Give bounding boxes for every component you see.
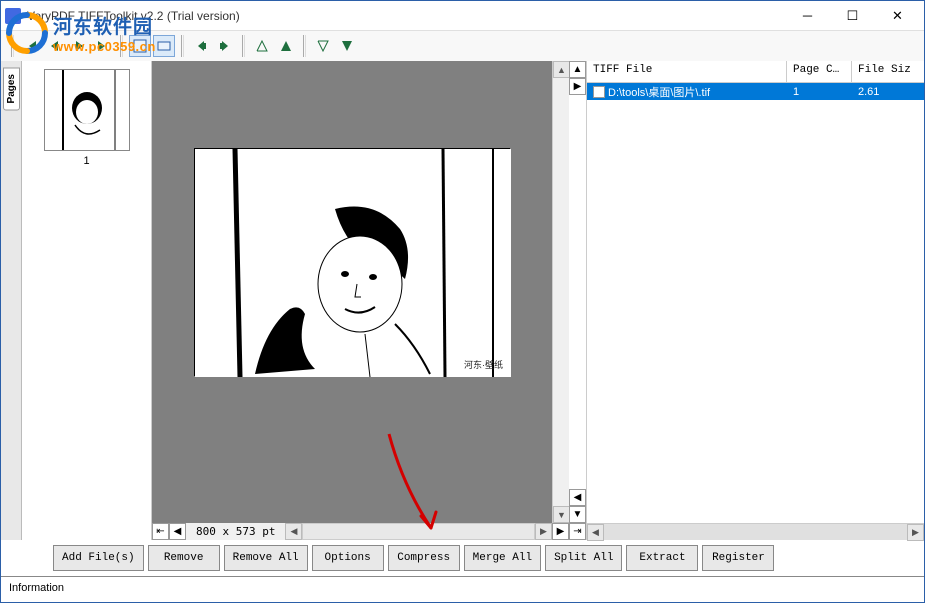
col-header-file[interactable]: TIFF File bbox=[587, 61, 787, 82]
remove-all-button[interactable]: Remove All bbox=[224, 545, 308, 571]
last-page-icon[interactable] bbox=[92, 35, 114, 57]
scroll-down-icon[interactable]: ▼ bbox=[553, 506, 570, 523]
prev-page-icon[interactable] bbox=[44, 35, 66, 57]
thumbnail-item[interactable] bbox=[44, 69, 130, 151]
info-label: Information bbox=[9, 582, 64, 594]
next-page-icon[interactable] bbox=[68, 35, 90, 57]
preview-panel: Unregistered version bbox=[152, 61, 586, 540]
preview-image: Unregistered version bbox=[194, 148, 510, 376]
rotate-right-icon[interactable] bbox=[214, 35, 236, 57]
col-header-pages[interactable]: Page C… bbox=[787, 61, 852, 82]
nav-right-icon[interactable]: ▶ bbox=[569, 78, 586, 95]
hscroll-left-icon[interactable]: ◀ bbox=[285, 523, 302, 540]
preview-vscrollbar[interactable]: ▲ ▼ bbox=[552, 61, 569, 523]
action-button-bar: Add File(s) Remove Remove All Options Co… bbox=[1, 540, 924, 576]
hscroll-prev-icon[interactable]: ◀ bbox=[169, 523, 186, 540]
minimize-button[interactable]: ─ bbox=[785, 2, 830, 30]
preview-statusbar: ⇤ ◀ 800 x 573 pt ◀ ▶ ▶ ⇥ bbox=[152, 523, 586, 540]
information-bar: Information bbox=[1, 576, 924, 598]
hscroll-next-icon[interactable]: ▶ bbox=[552, 523, 569, 540]
options-button[interactable]: Options bbox=[312, 545, 384, 571]
window-title: VeryPDF TIFFToolkit v2.2 (Trial version) bbox=[27, 9, 785, 23]
flip-v1-icon[interactable] bbox=[312, 35, 334, 57]
remove-button[interactable]: Remove bbox=[148, 545, 220, 571]
file-list-header: TIFF File Page C… File Siz bbox=[587, 61, 924, 83]
file-row[interactable]: D:\tools\桌面\图片\.tif 1 2.61 bbox=[587, 83, 924, 100]
thumbnail-caption: 1 bbox=[83, 155, 89, 167]
preview-hscrollbar[interactable] bbox=[302, 523, 535, 540]
add-file-button[interactable]: Add File(s) bbox=[53, 545, 144, 571]
file-icon bbox=[593, 86, 605, 98]
preview-dimensions: 800 x 573 pt bbox=[186, 525, 285, 538]
titlebar: VeryPDF TIFFToolkit v2.2 (Trial version)… bbox=[1, 1, 924, 31]
file-list-panel: TIFF File Page C… File Siz D:\tools\桌面\图… bbox=[586, 61, 924, 540]
thumbnail-panel: 1 bbox=[22, 61, 152, 540]
filelist-scroll-left-icon[interactable]: ◀ bbox=[587, 524, 604, 541]
hscroll-last-icon[interactable]: ⇥ bbox=[569, 523, 586, 540]
pages-panel-tab[interactable]: Pages bbox=[1, 61, 22, 540]
maximize-button[interactable]: ☐ bbox=[830, 2, 875, 30]
file-list-hscrollbar[interactable]: ◀ ▶ bbox=[587, 523, 924, 540]
nav-down-icon[interactable]: ▼ bbox=[569, 506, 586, 523]
scroll-up-icon[interactable]: ▲ bbox=[553, 61, 570, 78]
fit-page-icon[interactable] bbox=[129, 35, 151, 57]
flip-h1-icon[interactable] bbox=[251, 35, 273, 57]
preview-canvas[interactable]: Unregistered version bbox=[152, 61, 552, 523]
col-header-size[interactable]: File Siz bbox=[852, 61, 924, 82]
compress-button[interactable]: Compress bbox=[388, 545, 460, 571]
merge-all-button[interactable]: Merge All bbox=[464, 545, 541, 571]
fit-width-icon[interactable] bbox=[153, 35, 175, 57]
hscroll-right-icon[interactable]: ▶ bbox=[535, 523, 552, 540]
close-button[interactable]: ✕ bbox=[875, 2, 920, 30]
register-button[interactable]: Register bbox=[702, 545, 774, 571]
toolbar bbox=[1, 31, 924, 61]
extract-button[interactable]: Extract bbox=[626, 545, 698, 571]
file-list[interactable]: D:\tools\桌面\图片\.tif 1 2.61 bbox=[587, 83, 924, 523]
nav-up-icon[interactable]: ▲ bbox=[569, 61, 586, 78]
flip-h2-icon[interactable] bbox=[275, 35, 297, 57]
first-page-icon[interactable] bbox=[20, 35, 42, 57]
rotate-left-icon[interactable] bbox=[190, 35, 212, 57]
nav-left-icon[interactable]: ◀ bbox=[569, 489, 586, 506]
flip-v2-icon[interactable] bbox=[336, 35, 358, 57]
filelist-scroll-right-icon[interactable]: ▶ bbox=[907, 524, 924, 541]
split-all-button[interactable]: Split All bbox=[545, 545, 622, 571]
app-icon bbox=[5, 8, 21, 24]
hscroll-first-icon[interactable]: ⇤ bbox=[152, 523, 169, 540]
